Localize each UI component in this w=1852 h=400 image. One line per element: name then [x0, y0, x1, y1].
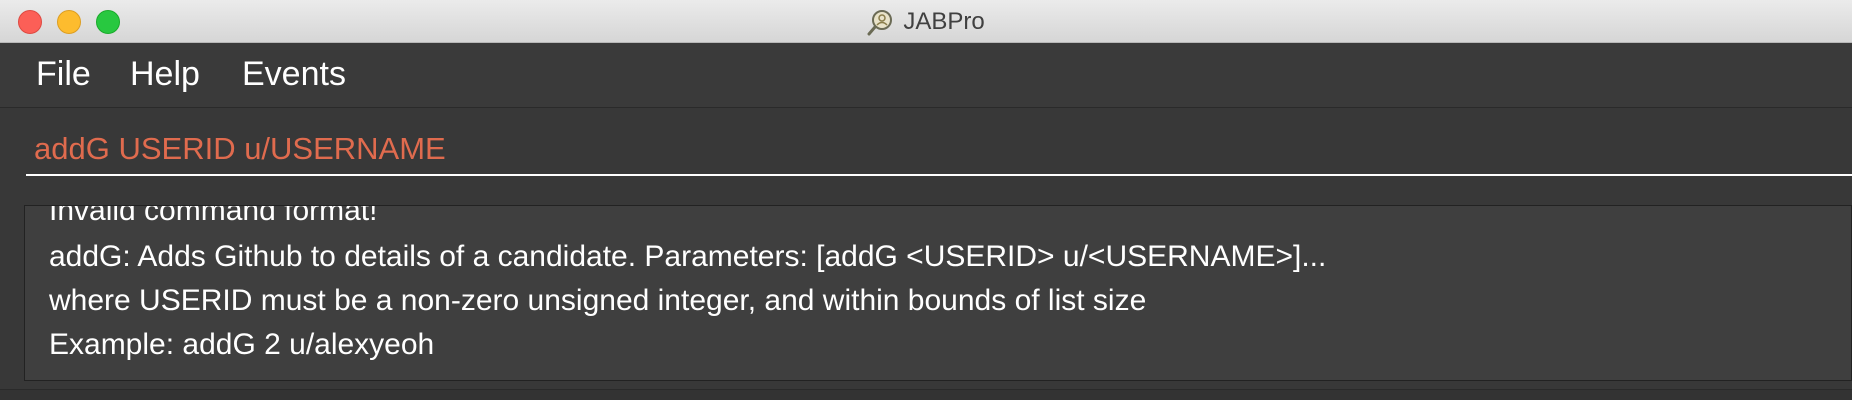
- window-title: JABPro: [903, 7, 985, 35]
- result-display[interactable]: Invalid command format! addG: Adds Githu…: [24, 205, 1852, 381]
- menu-file[interactable]: File: [36, 55, 91, 94]
- magnifier-icon: [867, 8, 895, 36]
- result-line: Example: addG 2 u/alexyeoh: [49, 328, 435, 361]
- title-bar[interactable]: JABPro: [0, 0, 1852, 43]
- command-input[interactable]: [26, 124, 1852, 176]
- list-panel-edge: [0, 389, 1852, 400]
- menu-bar: File Help Events: [0, 43, 1852, 108]
- app-window: JABPro File Help Events Invalid command …: [0, 0, 1852, 400]
- result-line: addG: Adds Github to details of a candid…: [49, 240, 1327, 273]
- main-content: File Help Events Invalid command format!…: [0, 43, 1852, 400]
- result-line: Invalid command format!: [49, 205, 378, 227]
- menu-help[interactable]: Help: [130, 55, 200, 94]
- window-title-group: JABPro: [0, 0, 1852, 43]
- command-box-area: [0, 108, 1852, 194]
- result-line: where USERID must be a non-zero unsigned…: [49, 284, 1147, 317]
- menu-events[interactable]: Events: [242, 55, 346, 94]
